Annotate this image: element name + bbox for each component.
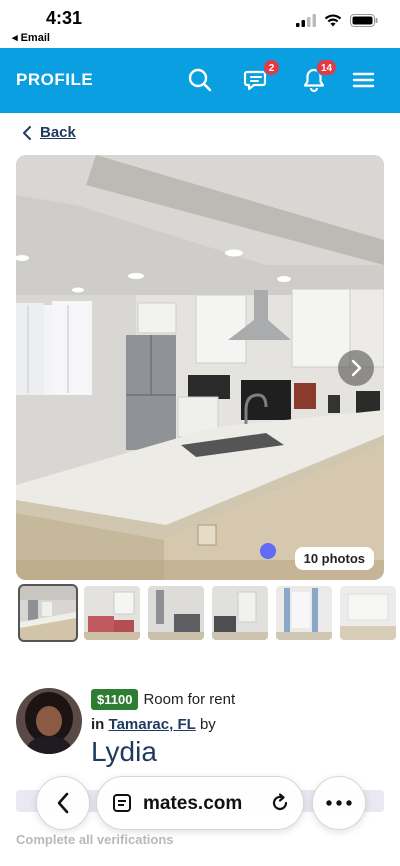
app-header: PROFILE 2 14 bbox=[0, 48, 400, 113]
thumbnail-image bbox=[276, 586, 332, 640]
thumbnail[interactable] bbox=[212, 586, 268, 640]
more-options-button[interactable] bbox=[312, 776, 366, 830]
more-icon bbox=[326, 800, 352, 806]
avatar[interactable] bbox=[16, 688, 82, 754]
menu-button[interactable] bbox=[350, 66, 378, 94]
menu-icon bbox=[352, 72, 375, 88]
messages-button[interactable]: 2 bbox=[243, 59, 280, 94]
listing-summary: $1100 Room for rent bbox=[91, 689, 235, 710]
status-time: 4:31 bbox=[46, 8, 83, 28]
thumbnail-image bbox=[20, 586, 76, 640]
address-bar[interactable]: mates.com bbox=[96, 776, 304, 830]
thumbnail[interactable] bbox=[148, 586, 204, 640]
thumbnail-image bbox=[340, 586, 396, 640]
browser-toolbar: mates.com bbox=[0, 770, 400, 840]
thumbnail-image bbox=[212, 586, 268, 640]
back-label: Back bbox=[40, 124, 76, 141]
search-button[interactable] bbox=[186, 66, 214, 94]
status-icons bbox=[296, 14, 378, 27]
chevron-right-icon bbox=[351, 359, 362, 377]
listing-type: Room for rent bbox=[143, 691, 236, 708]
in-label: in bbox=[91, 716, 105, 733]
battery-icon bbox=[350, 14, 378, 27]
page-title: PROFILE bbox=[16, 70, 94, 89]
price-badge: $1100 bbox=[91, 689, 139, 710]
reload-icon[interactable] bbox=[269, 792, 291, 814]
back-link[interactable]: Back bbox=[22, 124, 76, 141]
thumbnail-image bbox=[84, 586, 140, 640]
reader-icon bbox=[113, 794, 131, 812]
url-text: mates.com bbox=[143, 793, 243, 814]
browser-back-button[interactable] bbox=[36, 776, 90, 830]
chevron-left-icon bbox=[23, 125, 31, 140]
search-icon bbox=[188, 68, 212, 92]
status-bar: 4:31 ◂ Email bbox=[0, 0, 400, 48]
owner-name[interactable]: Lydia bbox=[91, 736, 157, 768]
thumbnail[interactable] bbox=[340, 586, 396, 640]
thumbnail-strip bbox=[18, 584, 396, 642]
photo-count-badge[interactable]: 10 photos bbox=[294, 547, 374, 570]
messages-badge: 2 bbox=[263, 59, 280, 76]
next-photo-button[interactable] bbox=[338, 350, 374, 386]
thumbnail[interactable] bbox=[84, 586, 140, 640]
notifications-button[interactable]: 14 bbox=[300, 59, 338, 94]
location-link[interactable]: Tamarac, FL bbox=[109, 716, 196, 733]
kitchen-photo-image bbox=[16, 155, 384, 580]
location-line: in Tamarac, FL by bbox=[91, 716, 216, 733]
thumbnail[interactable] bbox=[276, 586, 332, 640]
thumbnail[interactable] bbox=[18, 584, 78, 642]
wifi-icon bbox=[324, 14, 342, 27]
signal-icon bbox=[296, 14, 316, 27]
thumbnail-image bbox=[148, 586, 204, 640]
chevron-left-icon bbox=[57, 792, 69, 814]
main-listing-photo[interactable]: 10 photos bbox=[16, 155, 384, 580]
by-label: by bbox=[199, 716, 216, 733]
avatar-image bbox=[16, 688, 82, 754]
notifications-badge: 14 bbox=[316, 59, 338, 76]
back-to-app-link[interactable]: ◂ Email bbox=[12, 31, 50, 44]
